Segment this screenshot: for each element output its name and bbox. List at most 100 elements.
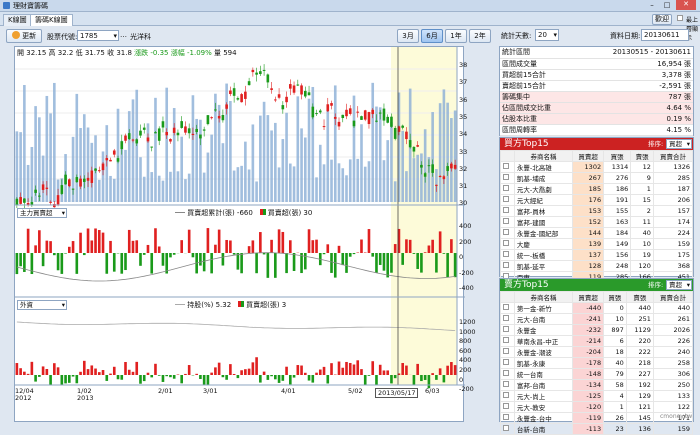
range-2y-button[interactable]: 2年	[469, 29, 491, 43]
row-checkbox[interactable]	[501, 413, 515, 424]
chevron-down-icon[interactable]: ▾	[113, 31, 117, 41]
broker-cell: 11	[631, 217, 654, 228]
row-checkbox[interactable]	[501, 402, 515, 413]
always-on-top-checkbox[interactable]	[677, 15, 683, 23]
sub1-bar	[330, 253, 333, 273]
row-checkbox[interactable]	[501, 303, 515, 314]
broker-cell: 統一台南	[514, 369, 572, 380]
broker-row[interactable]: 第一金-新竹-4400440440	[501, 303, 693, 314]
sub1-bar	[57, 253, 60, 270]
row-checkbox[interactable]	[501, 314, 515, 325]
tab-kline[interactable]: K線圖	[3, 14, 32, 26]
grid-header-cell[interactable]: 賣張	[631, 151, 654, 162]
volume-bar	[285, 113, 288, 202]
broker-row[interactable]: 富邦-員林1531552157	[501, 206, 693, 217]
sell-sort-select[interactable]: 賣超▾	[666, 280, 692, 290]
candle-body	[132, 140, 135, 141]
sub1-bar	[289, 240, 292, 253]
broker-row[interactable]: 元大-尚上-1254129133	[501, 391, 693, 402]
chart-panel[interactable]: 開 32.15 高 32.2 低 31.75 收 31.8 漲跌 -0.35 漲…	[14, 46, 464, 422]
sub1-bar	[274, 253, 277, 278]
volume-bar	[353, 96, 356, 202]
range-3m-button[interactable]: 3月	[397, 29, 419, 43]
broker-row[interactable]: 凱基-埔成2672769285	[501, 173, 693, 184]
grid-header-cell[interactable]: 券商名稱	[514, 151, 572, 162]
grid-header-cell[interactable]: 買賣合計	[653, 151, 692, 162]
grid-header-cell[interactable]: 買張	[604, 292, 627, 303]
broker-row[interactable]: 元大-教安-1201121122	[501, 402, 693, 413]
broker-row[interactable]: 元大-大喬劇1851861187	[501, 184, 693, 195]
minimize-icon[interactable]: –	[646, 1, 658, 10]
row-checkbox[interactable]	[501, 162, 515, 173]
sub1-select[interactable]: 主力買賣超▾	[17, 208, 67, 218]
sub1-bar	[383, 253, 386, 271]
row-checkbox[interactable]	[501, 184, 515, 195]
broker-row[interactable]: 大慶13914910159	[501, 239, 693, 250]
row-checkbox[interactable]	[501, 325, 515, 336]
broker-row[interactable]: 台新-台南-11323136159	[501, 424, 693, 435]
grid-header-cell[interactable]: 買賣合計	[653, 292, 692, 303]
grid-header-cell[interactable]: 券商名稱	[514, 292, 572, 303]
row-checkbox[interactable]	[501, 228, 515, 239]
tab-chip-kline[interactable]: 籌碼K線圖	[30, 14, 73, 26]
stock-code-input[interactable]: 1785 ▾	[77, 30, 119, 41]
row-checkbox[interactable]	[501, 239, 515, 250]
grid-header-cell[interactable]	[501, 151, 515, 162]
broker-cell: 元大經紀	[514, 195, 572, 206]
grid-header-cell[interactable]: 賣張	[626, 292, 653, 303]
days-select[interactable]: 20▾	[535, 29, 559, 41]
broker-row[interactable]: 永豐金-國紀部14418440224	[501, 228, 693, 239]
row-checkbox[interactable]	[501, 206, 515, 217]
sub1-bar	[49, 241, 52, 253]
volume-bar	[300, 128, 303, 202]
broker-row[interactable]: 元大-台南-24110251261	[501, 314, 693, 325]
row-checkbox[interactable]	[501, 369, 515, 380]
maximize-icon[interactable]: □	[661, 1, 673, 10]
broker-row[interactable]: 統一台南-14879227306	[501, 369, 693, 380]
volume-bar	[98, 180, 101, 202]
browse-button[interactable]: …	[120, 31, 127, 39]
grid-header-cell[interactable]: 買張	[604, 151, 631, 162]
sub1-bar	[278, 229, 281, 253]
chart-svg[interactable]	[15, 47, 465, 423]
row-checkbox[interactable]	[501, 336, 515, 347]
broker-row[interactable]: 元大經紀17619115206	[501, 195, 693, 206]
broker-row[interactable]: 永豐金-潮波-20418222240	[501, 347, 693, 358]
volume-bar	[330, 160, 333, 202]
row-checkbox[interactable]	[501, 424, 515, 435]
broker-row[interactable]: 凱基-永康-17840218258	[501, 358, 693, 369]
close-icon[interactable]: ✕	[676, 0, 696, 10]
broker-row[interactable]: 永豐-北高雄13021314121326	[501, 162, 693, 173]
candle-body	[49, 202, 52, 203]
range-1y-button[interactable]: 1年	[445, 29, 467, 43]
broker-row[interactable]: 富邦-台南-13458192250	[501, 380, 693, 391]
grid-header-cell[interactable]: 買賣超	[573, 292, 604, 303]
broker-row[interactable]: 華南永昌-中正-2146220226	[501, 336, 693, 347]
row-checkbox[interactable]	[501, 347, 515, 358]
date-input[interactable]: 20130611	[641, 29, 689, 41]
row-checkbox[interactable]	[501, 250, 515, 261]
row-checkbox[interactable]	[501, 173, 515, 184]
row-checkbox[interactable]	[501, 261, 515, 272]
candle-body	[289, 84, 292, 89]
welcome-button[interactable]: 歡迎	[652, 14, 672, 25]
row-checkbox[interactable]	[501, 358, 515, 369]
sub2-bar	[184, 374, 187, 375]
broker-row[interactable]: 統一-板橋13715619175	[501, 250, 693, 261]
broker-row[interactable]: 永豐金-23289711292026	[501, 325, 693, 336]
buy-sort-select[interactable]: 買超▾	[666, 139, 692, 149]
row-checkbox[interactable]	[501, 217, 515, 228]
axis-tick-label: 800	[459, 337, 471, 345]
row-checkbox[interactable]	[501, 391, 515, 402]
refresh-button[interactable]: 更新	[6, 29, 42, 43]
range-6m-button[interactable]: 6月	[421, 29, 443, 43]
sub2-select[interactable]: 外資▾	[17, 300, 67, 310]
grid-header-cell[interactable]	[501, 292, 515, 303]
sub2-bar	[75, 375, 78, 383]
row-checkbox[interactable]	[501, 380, 515, 391]
grid-header-cell[interactable]: 買賣超	[573, 151, 604, 162]
sub2-bar	[222, 375, 225, 377]
broker-row[interactable]: 凱基-延平128248120368	[501, 261, 693, 272]
row-checkbox[interactable]	[501, 195, 515, 206]
broker-row[interactable]: 富邦-建國15216311174	[501, 217, 693, 228]
